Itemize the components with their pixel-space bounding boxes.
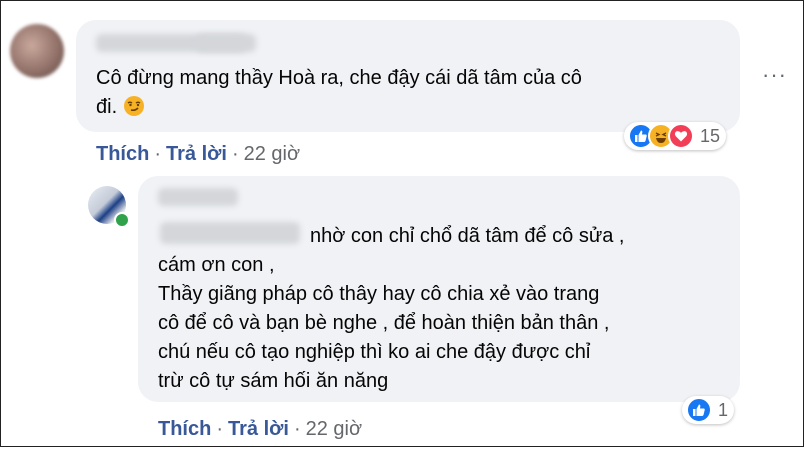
reply-text-line: cô để cô và bạn bè nghe , để hoàn thiện … <box>158 312 610 334</box>
reply-actions: Thích · Trả lời · 22 giờ <box>158 418 362 441</box>
reply-text-line: Thầy giãng pháp cô thây hay cô chia xẻ v… <box>158 283 600 305</box>
reply-link[interactable]: Trả lời <box>166 143 227 165</box>
timestamp[interactable]: 22 giờ <box>244 143 300 165</box>
separator: · <box>231 143 239 165</box>
reply-text-line: chú nếu cô tạo nghiệp thì ko ai che đậy … <box>158 341 591 363</box>
reply-text: nhờ con chỉ chổ dã tâm để cô sửa , cám ơ… <box>158 222 738 396</box>
replier-name-blurred[interactable] <box>158 188 238 206</box>
comment-text: Cô đừng mang thầy Hoà ra, che đậy cái dã… <box>96 64 736 126</box>
more-options-button[interactable]: ··· <box>762 62 787 88</box>
commenter-avatar[interactable] <box>10 24 64 78</box>
smirk-emoji-icon <box>123 95 145 126</box>
comment-text-line2: đi. <box>96 96 118 118</box>
like-link[interactable]: Thích <box>96 143 149 165</box>
love-icon <box>668 123 694 149</box>
timestamp[interactable]: 22 giờ <box>306 418 362 440</box>
reply-text-line: trừ cô tự sám hối ăn năng <box>158 370 389 392</box>
separator: · <box>154 143 162 165</box>
reply-reactions[interactable]: 1 <box>682 396 735 424</box>
like-link[interactable]: Thích <box>158 418 211 440</box>
like-icon <box>686 397 712 423</box>
separator: · <box>216 418 224 440</box>
online-status-dot <box>114 212 130 228</box>
separator: · <box>293 418 301 440</box>
comment-actions: Thích · Trả lời · 22 giờ <box>96 143 300 166</box>
reply-text-line: nhờ con chỉ chổ dã tâm để cô sửa , <box>310 225 625 247</box>
reaction-count: 1 <box>718 399 729 420</box>
reaction-count: 15 <box>700 125 721 146</box>
comment-text-line1: Cô đừng mang thầy Hoà ra, che đậy cái dã… <box>96 67 582 89</box>
comment-reactions[interactable]: 15 <box>624 122 727 150</box>
reply-link[interactable]: Trả lời <box>228 418 289 440</box>
commenter-name-blurred-2[interactable] <box>196 34 256 52</box>
reply-text-line: cám ơn con , <box>158 254 275 276</box>
